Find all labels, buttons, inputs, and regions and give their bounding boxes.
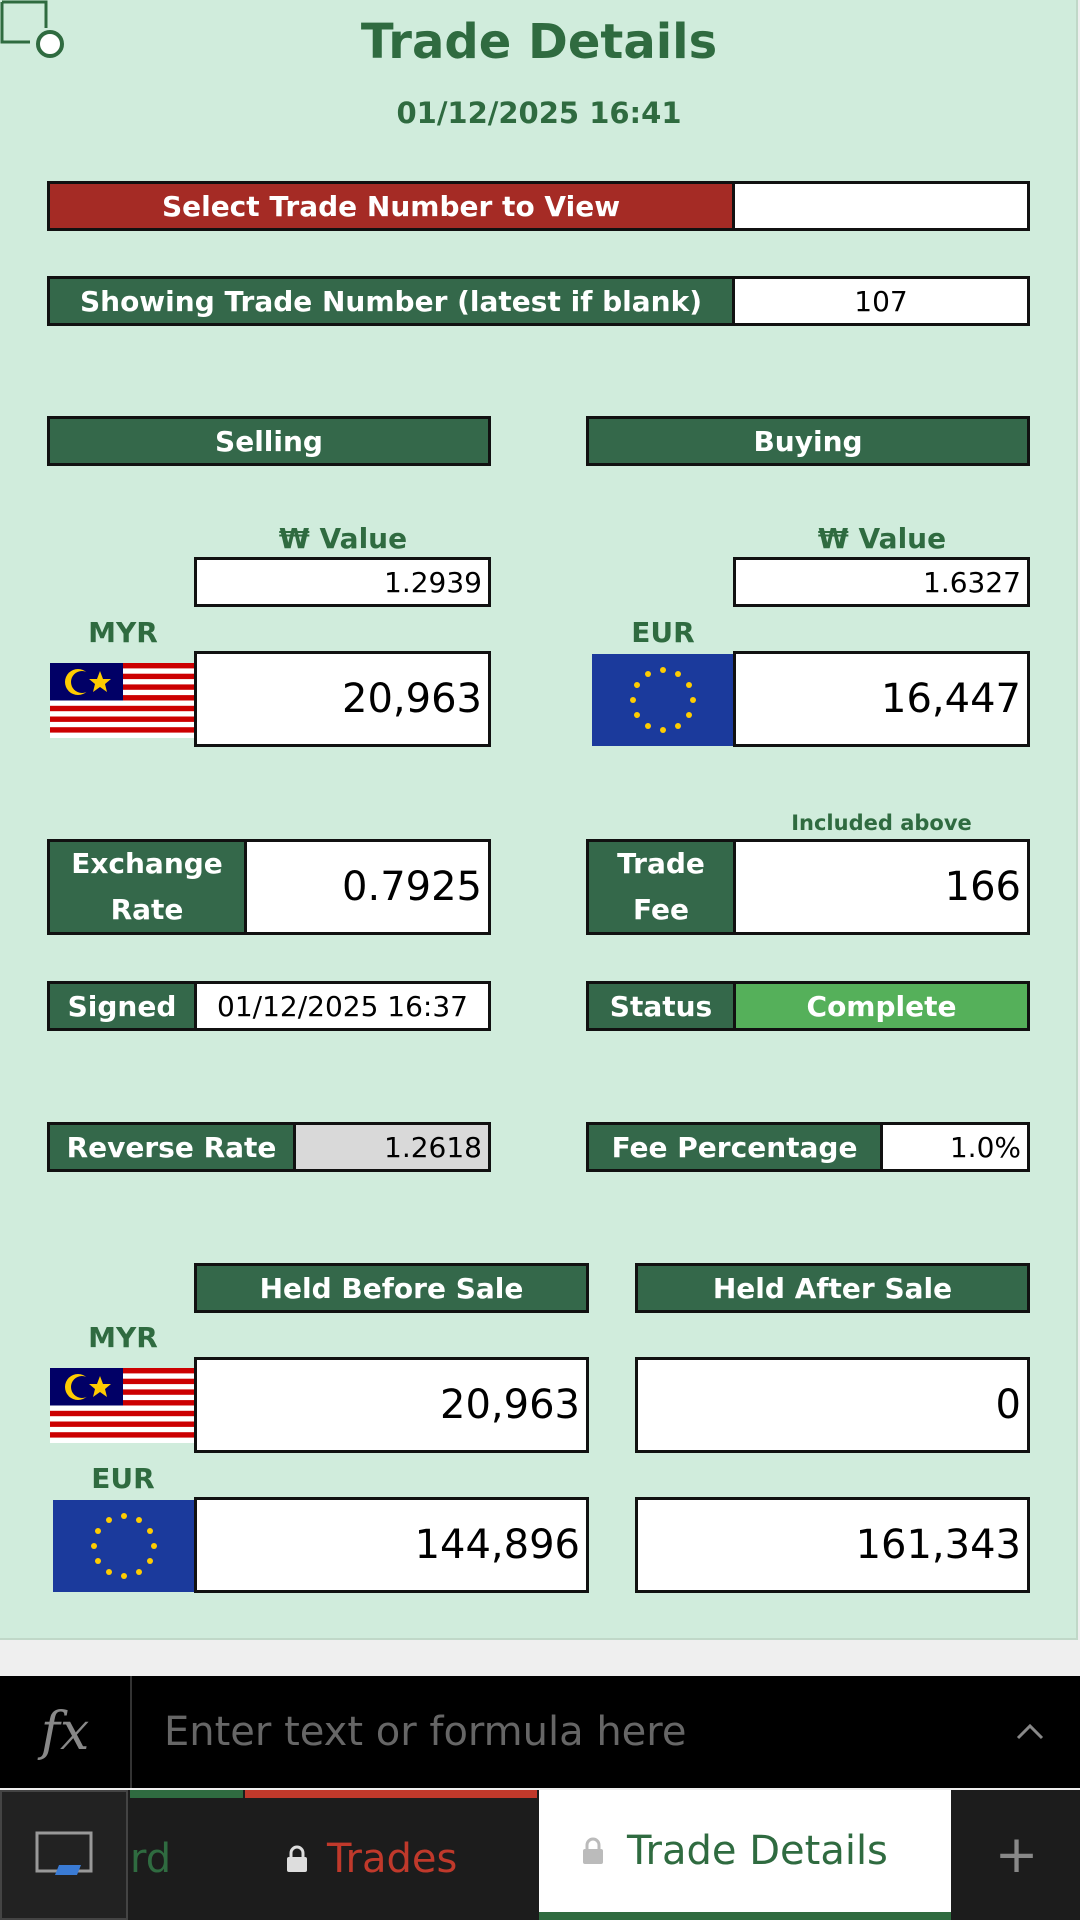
plus-icon: + bbox=[994, 1825, 1039, 1885]
held-after-header: Held After Sale bbox=[635, 1263, 1030, 1313]
trade-fee-value[interactable]: 166 bbox=[733, 839, 1030, 935]
buying-amount[interactable]: 16,447 bbox=[733, 651, 1030, 747]
fee-note: Included above bbox=[791, 811, 972, 835]
holding-currency-code-eur: EUR bbox=[91, 1462, 155, 1495]
trade-fee-label: Trade Fee bbox=[586, 839, 736, 935]
holding-currency-code-myr: MYR bbox=[88, 1321, 158, 1354]
sheet-tabs-bar: rd Trades Trade Details + bbox=[0, 1790, 1080, 1920]
buying-currency-code: EUR bbox=[631, 616, 695, 649]
select-trade-input[interactable] bbox=[732, 181, 1030, 231]
sheet-view-button[interactable] bbox=[0, 1790, 128, 1920]
eu-flag-icon bbox=[53, 1500, 195, 1592]
fx-button[interactable]: fx bbox=[0, 1676, 132, 1788]
showing-trade-label: Showing Trade Number (latest if blank) bbox=[47, 276, 735, 326]
held-before-eur[interactable]: 144,896 bbox=[194, 1497, 589, 1593]
exchange-rate-label-line1: Exchange bbox=[71, 847, 223, 880]
current-datetime: 01/12/2025 16:41 bbox=[396, 96, 682, 130]
trade-fee-label-line2: Fee bbox=[633, 893, 689, 926]
buying-won-value[interactable]: 1.6327 bbox=[733, 557, 1030, 607]
malaysia-flag-icon bbox=[50, 1368, 196, 1443]
buying-header: Buying bbox=[586, 416, 1030, 466]
reverse-rate-value[interactable]: 1.2618 bbox=[293, 1122, 491, 1172]
signed-value[interactable]: 01/12/2025 16:37 bbox=[194, 981, 491, 1031]
spreadsheet-area[interactable]: Trade Details 01/12/2025 16:41 Select Tr… bbox=[0, 0, 1078, 1640]
fee-percentage-label: Fee Percentage bbox=[586, 1122, 883, 1172]
sheet-view-icon bbox=[35, 1831, 93, 1875]
selling-header: Selling bbox=[47, 416, 491, 466]
add-sheet-button[interactable]: + bbox=[953, 1790, 1080, 1920]
malaysia-flag-icon bbox=[50, 663, 196, 738]
trade-fee-label-line1: Trade bbox=[617, 847, 705, 880]
exchange-rate-label: Exchange Rate bbox=[47, 839, 247, 935]
signed-label: Signed bbox=[47, 981, 197, 1031]
held-before-header: Held Before Sale bbox=[194, 1263, 589, 1313]
status-badge[interactable]: Complete bbox=[733, 981, 1030, 1031]
tab-trade-details-label: Trade Details bbox=[627, 1828, 888, 1874]
page-title: Trade Details bbox=[360, 14, 718, 70]
lock-icon bbox=[583, 1837, 603, 1864]
exchange-rate-label-line2: Rate bbox=[110, 893, 184, 926]
tab-trades-label: Trades bbox=[327, 1836, 458, 1882]
lock-icon bbox=[287, 1845, 307, 1872]
held-after-eur[interactable]: 161,343 bbox=[635, 1497, 1030, 1593]
reverse-rate-label: Reverse Rate bbox=[47, 1122, 296, 1172]
selling-currency-code: MYR bbox=[88, 616, 158, 649]
fee-percentage-value[interactable]: 1.0% bbox=[880, 1122, 1030, 1172]
showing-trade-value[interactable]: 107 bbox=[732, 276, 1030, 326]
chevron-up-icon[interactable] bbox=[1010, 1712, 1050, 1752]
selling-amount[interactable]: 20,963 bbox=[194, 651, 491, 747]
status-label: Status bbox=[586, 981, 736, 1031]
exchange-rate-value[interactable]: 0.7925 bbox=[244, 839, 491, 935]
tab-trades[interactable]: Trades bbox=[245, 1790, 537, 1920]
selling-won-value[interactable]: 1.2939 bbox=[194, 557, 491, 607]
selling-won-value-label: ₩ Value bbox=[278, 522, 408, 555]
tab-trade-details[interactable]: Trade Details bbox=[539, 1790, 951, 1920]
formula-input[interactable]: Enter text or formula here bbox=[164, 1676, 686, 1788]
formula-bar: fx Enter text or formula here bbox=[0, 1676, 1080, 1788]
held-before-myr[interactable]: 20,963 bbox=[194, 1357, 589, 1453]
select-trade-label: Select Trade Number to View bbox=[47, 181, 735, 231]
tab-partial[interactable]: rd bbox=[130, 1790, 243, 1920]
tab-partial-label: rd bbox=[130, 1836, 172, 1882]
eu-flag-icon bbox=[592, 654, 734, 746]
held-after-myr[interactable]: 0 bbox=[635, 1357, 1030, 1453]
buying-won-value-label: ₩ Value bbox=[817, 522, 947, 555]
